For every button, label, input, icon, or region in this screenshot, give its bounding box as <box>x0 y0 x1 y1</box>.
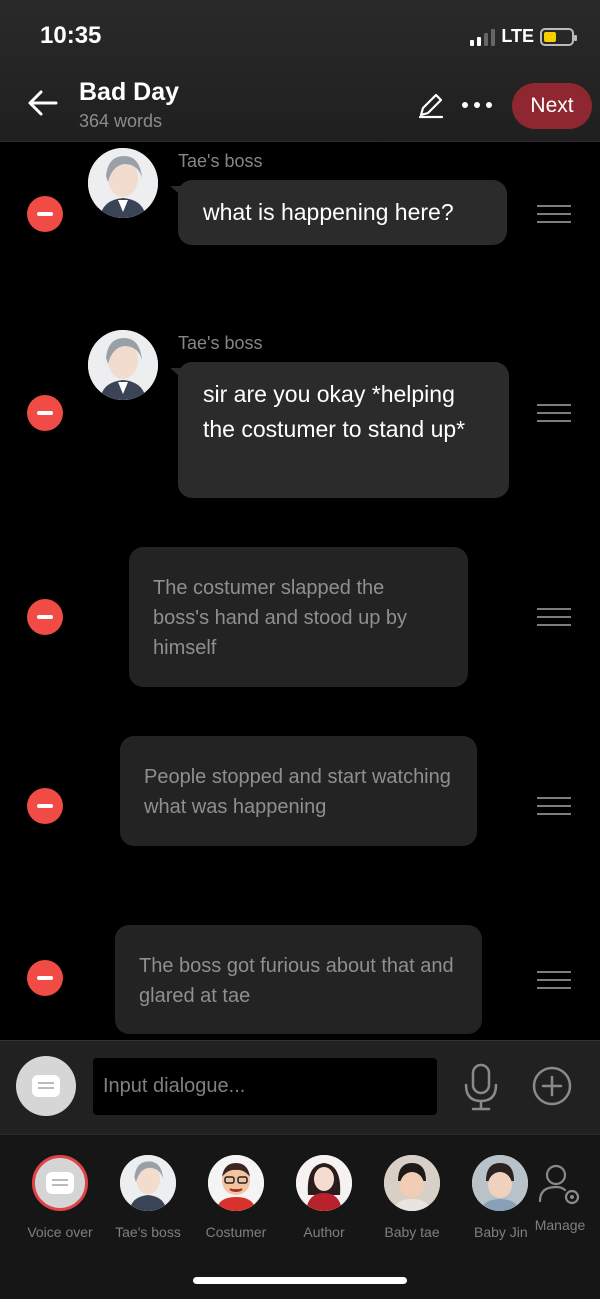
top-bar: 10:35 LTE Bad Day 364 words Next <box>0 0 600 142</box>
manage-characters-button[interactable]: Manage <box>520 1155 600 1233</box>
voice-over-avatar <box>32 1155 88 1211</box>
home-indicator <box>193 1277 407 1284</box>
chat-bubble-icon <box>32 1075 60 1097</box>
character-author[interactable]: Author <box>280 1155 368 1240</box>
word-count: 364 words <box>79 111 163 131</box>
remove-message-button[interactable] <box>27 788 63 824</box>
dialogue-input[interactable] <box>93 1058 437 1115</box>
signal-icon <box>470 28 496 46</box>
input-bar <box>0 1040 600 1134</box>
remove-message-button[interactable] <box>27 196 63 232</box>
manage-user-gear-icon <box>538 1164 580 1205</box>
narration-bubble[interactable]: The costumer slapped the boss's hand and… <box>129 547 468 687</box>
microphone-icon[interactable] <box>462 1063 500 1111</box>
character-voice-over[interactable]: Voice over <box>16 1155 104 1240</box>
remove-message-button[interactable] <box>27 960 63 996</box>
status-time: 10:35 <box>40 22 102 49</box>
voice-over-toggle-button[interactable] <box>16 1056 76 1116</box>
dialogue-bubble[interactable]: what is happening here? <box>170 180 507 245</box>
drag-handle-icon[interactable] <box>537 608 571 626</box>
character-label: Baby tae <box>384 1224 440 1240</box>
narration-bubble[interactable]: People stopped and start watching what w… <box>120 736 477 846</box>
network-label: LTE <box>501 26 534 46</box>
character-bar: Voice over Tae's boss Costumer Author Ba… <box>0 1134 600 1299</box>
avatar-taes-boss <box>120 1155 176 1211</box>
remove-message-button[interactable] <box>27 395 63 431</box>
avatar-costumer <box>208 1155 264 1211</box>
character-taes-boss[interactable]: Tae's boss <box>104 1155 192 1240</box>
character-label: Voice over <box>27 1224 93 1240</box>
next-button[interactable]: Next <box>512 83 592 129</box>
status-indicators: LTE <box>470 26 577 47</box>
battery-icon <box>540 27 577 46</box>
avatar-taes-boss <box>88 330 158 400</box>
more-options-icon[interactable] <box>462 102 492 108</box>
dialogue-bubble[interactable]: sir are you okay *helping the costumer t… <box>170 362 509 498</box>
drag-handle-icon[interactable] <box>537 797 571 815</box>
chat-bubble-icon <box>46 1172 74 1194</box>
avatar-baby-tae <box>384 1155 440 1211</box>
story-title: Bad Day <box>79 78 180 106</box>
drag-handle-icon[interactable] <box>537 205 571 223</box>
back-arrow-icon[interactable] <box>26 86 60 120</box>
add-icon[interactable] <box>532 1066 572 1106</box>
narration-bubble[interactable]: The boss got furious about that and glar… <box>115 925 482 1034</box>
character-label: Manage <box>534 1217 586 1233</box>
avatar-taes-boss <box>88 148 158 218</box>
speaker-name: Tae's boss <box>178 151 263 171</box>
remove-message-button[interactable] <box>27 599 63 635</box>
avatar-author <box>296 1155 352 1211</box>
edit-pencil-icon[interactable] <box>416 90 446 120</box>
character-costumer[interactable]: Costumer <box>192 1155 280 1240</box>
character-baby-tae[interactable]: Baby tae <box>368 1155 456 1240</box>
character-label: Author <box>303 1224 345 1240</box>
drag-handle-icon[interactable] <box>537 404 571 422</box>
speaker-name: Tae's boss <box>178 333 263 353</box>
character-label: Tae's boss <box>115 1224 181 1240</box>
drag-handle-icon[interactable] <box>537 971 571 989</box>
character-label: Costumer <box>205 1224 267 1240</box>
